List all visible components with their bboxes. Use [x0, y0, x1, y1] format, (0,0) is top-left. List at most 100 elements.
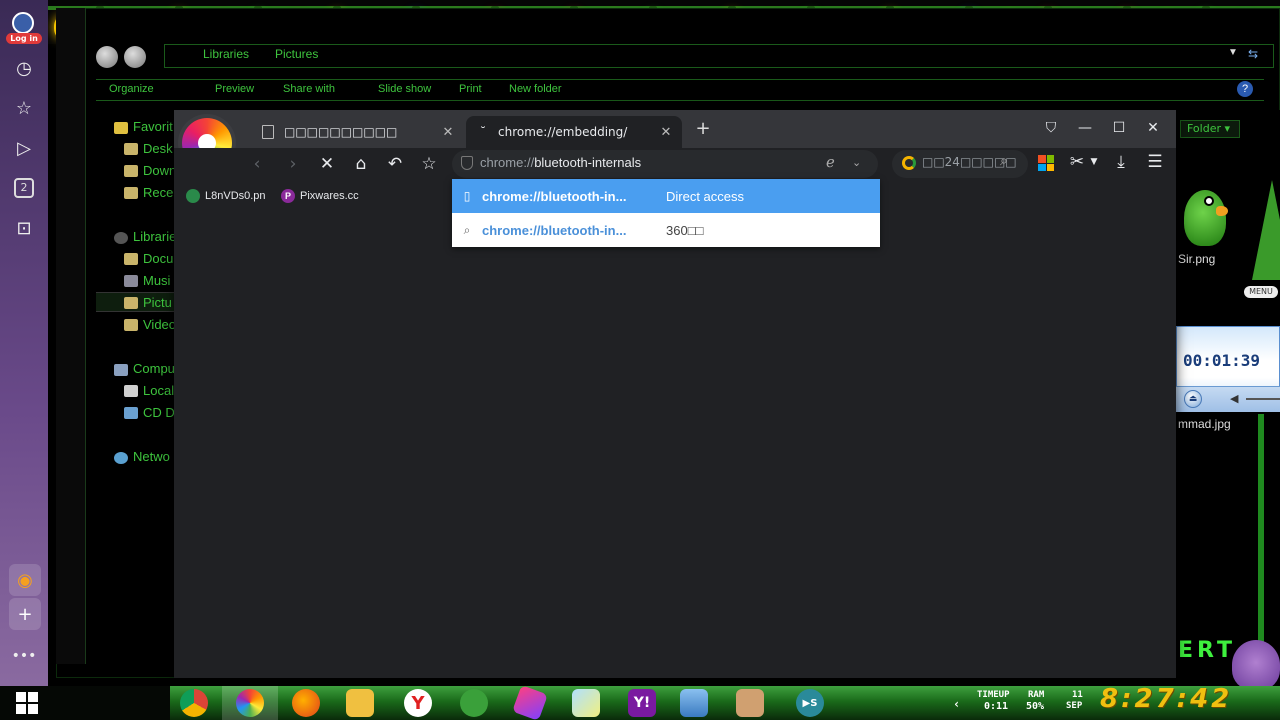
chrome-icon[interactable] — [180, 689, 208, 717]
folder-view-button[interactable]: Folder ▾ — [1180, 120, 1240, 138]
christmas-tree-decoration — [1252, 180, 1280, 280]
shield-icon[interactable] — [461, 156, 473, 170]
green-scrollbar[interactable] — [1258, 414, 1264, 664]
suggestion-row[interactable]: ⌕ chrome://bluetooth-in... 360□□ — [452, 213, 880, 247]
image-viewer-icon[interactable] — [680, 689, 708, 717]
nav-downloads[interactable]: Down — [143, 163, 176, 178]
start-button[interactable] — [16, 692, 38, 714]
maximize-button[interactable]: ☐ — [1106, 116, 1132, 140]
search-icon: ⌕ — [463, 222, 471, 237]
menu-chip[interactable]: MENU — [1244, 286, 1278, 298]
undo-icon[interactable]: ↶ — [382, 151, 408, 177]
bookmark-label: L8nVDs0.pn — [205, 190, 266, 202]
login-badge[interactable]: Log in — [6, 33, 42, 44]
network-icon — [114, 452, 128, 464]
nav-desktop[interactable]: Desk — [143, 141, 173, 156]
nav-network[interactable]: Netwo — [133, 449, 170, 464]
chevron-down-icon[interactable]: ⌄ — [852, 156, 861, 169]
stop-icon[interactable]: ✕ — [314, 151, 340, 177]
suggestion-row[interactable]: ▯ chrome://bluetooth-in... Direct access — [452, 179, 880, 213]
firefox-icon[interactable] — [292, 689, 320, 717]
download-icon[interactable]: ⤓ — [1108, 149, 1134, 175]
print-button[interactable]: Print — [459, 83, 482, 95]
nav-favorites[interactable]: Favorit — [133, 119, 173, 134]
breadcrumb-pictures[interactable]: Pictures — [275, 47, 318, 61]
new-folder-button[interactable]: New folder — [509, 83, 562, 95]
volume-icon[interactable]: ◀ — [1230, 392, 1238, 405]
more-icon[interactable]: ••• — [12, 644, 37, 668]
timeup-value: 0:11 — [984, 701, 1009, 712]
back-button[interactable] — [96, 46, 118, 68]
scissors-dropdown-icon[interactable]: ▼ — [1086, 149, 1102, 175]
apps-grid-icon[interactable] — [1038, 155, 1054, 171]
address-input[interactable]: chrome://bluetooth-internals — [480, 155, 641, 170]
skin-icon[interactable]: ⛉ — [1038, 116, 1064, 140]
browser-360-icon[interactable] — [236, 689, 264, 717]
help-icon[interactable]: ? — [1237, 81, 1253, 97]
file-explorer-icon[interactable] — [346, 689, 374, 717]
nav-libraries[interactable]: Librarie — [133, 229, 176, 244]
nav-music[interactable]: Musi — [143, 273, 170, 288]
nav-pictures[interactable]: Pictu — [143, 295, 172, 310]
menu-icon[interactable]: ☰ — [1142, 149, 1168, 175]
close-icon[interactable]: ✕ — [438, 125, 458, 140]
organize-button[interactable]: Organize — [109, 83, 154, 95]
dropdown-icon[interactable]: ▼ — [1228, 47, 1238, 58]
tab-inactive[interactable]: □□□□□□□□□□ ✕ — [252, 116, 464, 148]
app-tile-icon[interactable]: ◉ — [9, 564, 41, 596]
avatar[interactable] — [12, 12, 34, 34]
file-name-label-2[interactable]: mmad.jpg — [1178, 417, 1231, 431]
refresh-icon[interactable]: ⇆ — [1248, 47, 1258, 61]
tab-active[interactable]: ˘ chrome://embedding/ ✕ — [466, 116, 682, 148]
parrot-eye — [1204, 196, 1214, 206]
nav-computer[interactable]: Compu — [133, 361, 175, 376]
volume-slider[interactable] — [1246, 398, 1280, 400]
counter-badge[interactable]: 2 — [14, 178, 34, 198]
bookmark-star-icon[interactable]: ☆ — [416, 151, 442, 177]
yahoo-messenger-icon[interactable]: Y! — [628, 689, 656, 717]
clock[interactable]: 8:27:42 — [1100, 684, 1232, 714]
bookmark-item[interactable]: L8nVDs0.pn — [186, 187, 266, 205]
forward-button[interactable] — [124, 46, 146, 68]
file-name-label[interactable]: Sir.png — [1178, 252, 1215, 266]
bluestacks-icon[interactable]: ▶S — [796, 689, 824, 717]
add-icon[interactable]: + — [9, 598, 41, 630]
parrot-thumbnail[interactable] — [1176, 172, 1234, 250]
downloads-folder-icon — [124, 165, 138, 177]
suggestion-desc: Direct access — [666, 188, 745, 204]
ie-mode-icon[interactable]: ℯ — [826, 153, 835, 171]
explorer-toolbar — [96, 79, 1264, 101]
search-icon[interactable]: ⌕ — [1000, 153, 1008, 169]
slide-show-button[interactable]: Slide show — [378, 83, 431, 95]
notes-app-icon[interactable] — [572, 689, 600, 717]
timeup-label: TIMEUP — [977, 690, 1010, 700]
new-tab-button[interactable]: + — [692, 118, 714, 140]
app-green-icon[interactable] — [460, 689, 488, 717]
close-icon-active[interactable]: ✕ — [656, 125, 676, 140]
forward-arrow-icon[interactable]: › — [280, 151, 306, 177]
close-window-button[interactable]: ✕ — [1140, 116, 1166, 140]
play-icon[interactable]: ▷ — [12, 136, 36, 160]
eject-icon[interactable]: ⏏ — [1184, 390, 1202, 408]
media-movie-size: Movie size: 1440x8 — [1203, 318, 1280, 328]
minimize-button[interactable]: — — [1072, 116, 1098, 140]
tray-chevron-icon[interactable]: ‹ — [953, 697, 960, 711]
preview-button[interactable]: Preview — [215, 83, 254, 95]
breadcrumb-libraries[interactable]: Libraries — [203, 47, 249, 61]
back-arrow-icon[interactable]: ‹ — [244, 151, 270, 177]
nav-cd-drive[interactable]: CD D — [143, 405, 175, 420]
camera-icon[interactable]: ⊡ — [12, 216, 36, 240]
yandex-icon[interactable]: Y — [404, 689, 432, 717]
clock-icon[interactable]: ◷ — [12, 56, 36, 80]
home-icon[interactable]: ⌂ — [348, 151, 374, 177]
nav-recent[interactable]: Rece — [143, 185, 173, 200]
star-icon[interactable]: ☆ — [12, 96, 36, 120]
explorer-address-bar[interactable] — [164, 44, 1274, 68]
nav-videos[interactable]: Video — [143, 317, 176, 332]
nav-documents[interactable]: Docu — [143, 251, 173, 266]
share-with-button[interactable]: Share with — [283, 83, 335, 95]
media-app-icon[interactable] — [736, 689, 764, 717]
nav-local-disk[interactable]: Local — [143, 383, 174, 398]
monkey-mascot[interactable] — [1232, 640, 1280, 690]
bookmark-item[interactable]: P Pixwares.cc — [281, 187, 359, 205]
